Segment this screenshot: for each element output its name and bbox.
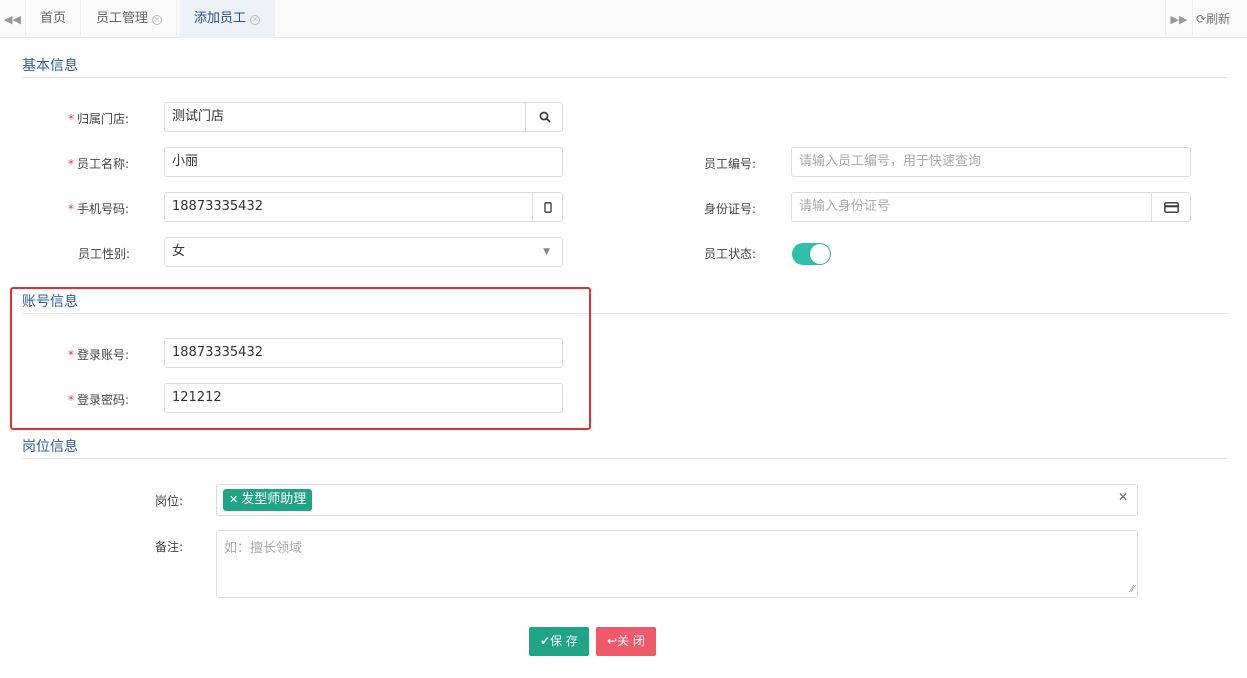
tab-label: 添加员工 [194, 11, 247, 26]
name-field[interactable]: 小丽 [164, 147, 563, 177]
section-title-basic: 基本信息 [22, 58, 78, 74]
resize-handle-icon[interactable]: ⁄⁄ [1131, 584, 1134, 595]
divider [22, 77, 1227, 78]
required-mark: * [68, 157, 74, 171]
remove-tag-icon[interactable]: ✕ [229, 493, 238, 506]
gender-value: 女 [172, 244, 186, 259]
gender-label: 员工性别: [78, 247, 131, 261]
close-button[interactable]: ↩关 闭 [596, 627, 656, 656]
tab-home[interactable]: 首页 [26, 0, 82, 38]
phone-label: * 手机号码: [68, 202, 130, 216]
gender-select[interactable]: 女 ▼ [164, 237, 563, 267]
tab-label: 首页 [40, 11, 67, 26]
toggle-knob [810, 244, 830, 264]
section-title-position: 岗位信息 [22, 439, 78, 455]
store-field[interactable]: 测试门店 [164, 102, 563, 132]
scroll-right-icon[interactable]: ▶▶ [1165, 0, 1193, 38]
post-tag: ✕ 发型师助理 [223, 489, 313, 511]
save-button[interactable]: ✔保 存 [529, 627, 589, 656]
employee-number-label: 员工编号: [704, 157, 757, 171]
status-label: 员工状态: [704, 247, 757, 261]
mobile-icon [532, 193, 562, 221]
id-card-field[interactable]: 请输入身份证号 [791, 192, 1191, 222]
close-tab-icon[interactable]: ✕ [152, 15, 163, 25]
id-card-label: 身份证号: [704, 202, 757, 216]
highlight-box [10, 287, 591, 430]
caret-down-icon: ▼ [543, 247, 550, 257]
required-mark: * [68, 112, 74, 126]
remark-placeholder: 如：擅长领域 [224, 541, 303, 556]
required-mark: * [68, 202, 74, 216]
post-label: 岗位: [155, 494, 184, 508]
phone-value: 18873335432 [172, 199, 263, 214]
clear-icon[interactable]: ✕ [1118, 490, 1128, 504]
close-label: 关 闭 [617, 634, 645, 648]
remark-textarea[interactable]: 如：擅长领域 ⁄⁄ [216, 530, 1138, 598]
tab-employee-management[interactable]: 员工管理 ✕ [82, 0, 178, 38]
refresh-button[interactable]: ⟳刷新 [1196, 0, 1230, 38]
id-card-placeholder: 请输入身份证号 [799, 199, 891, 214]
scroll-left-icon[interactable]: ◀◀ [0, 0, 26, 38]
employee-number-placeholder: 请输入员工编号，用于快速查询 [799, 154, 982, 169]
name-value: 小丽 [172, 154, 199, 169]
tab-add-employee[interactable]: 添加员工 ✕ [180, 0, 276, 38]
remark-label: 备注: [155, 540, 184, 554]
tab-bar: ◀◀ 首页 员工管理 ✕ 添加员工 ✕ ▶▶ ⟳刷新 [0, 0, 1247, 38]
divider [22, 458, 1227, 459]
close-tab-icon[interactable]: ✕ [250, 15, 261, 25]
reply-icon: ↩ [607, 634, 618, 648]
phone-field[interactable]: 18873335432 [164, 192, 563, 222]
card-icon [1151, 193, 1190, 221]
check-icon: ✔ [540, 634, 551, 648]
refresh-label: 刷新 [1206, 12, 1231, 26]
refresh-icon: ⟳ [1196, 12, 1207, 26]
post-select[interactable] [216, 484, 1138, 516]
store-value: 测试门店 [172, 109, 225, 124]
tab-label: 员工管理 [96, 11, 149, 26]
search-icon[interactable] [525, 103, 562, 131]
employee-number-field[interactable]: 请输入员工编号，用于快速查询 [791, 147, 1191, 177]
save-label: 保 存 [550, 634, 578, 648]
name-label: * 员工名称: [68, 157, 130, 171]
status-toggle[interactable] [792, 243, 831, 265]
store-label: * 归属门店: [68, 112, 130, 126]
post-tag-label: 发型师助理 [241, 492, 307, 507]
